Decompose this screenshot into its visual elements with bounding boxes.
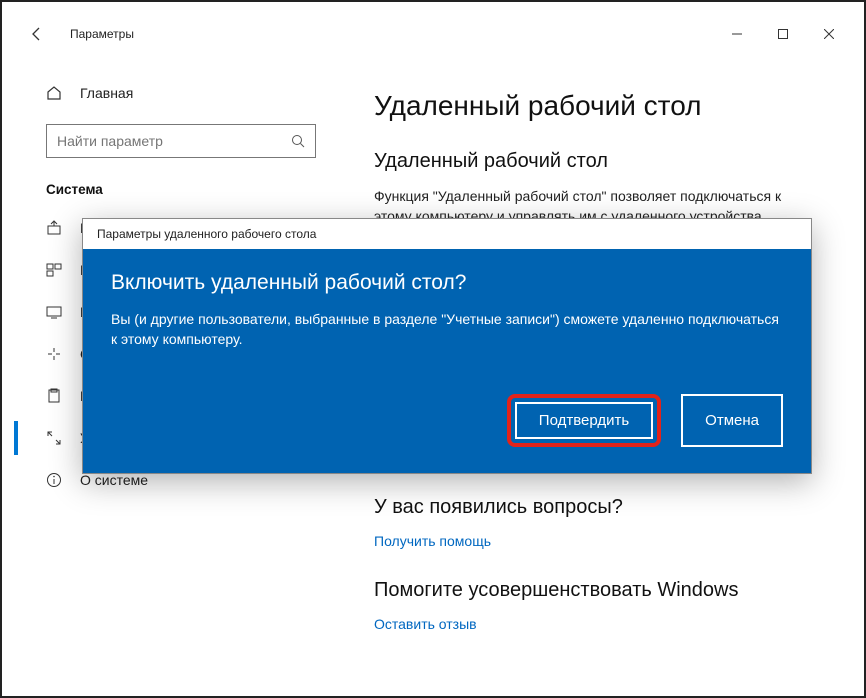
home-label: Главная [80, 85, 133, 101]
info-icon [46, 472, 68, 488]
dialog-titlebar: Параметры удаленного рабочего стола [83, 219, 811, 249]
maximize-button[interactable] [760, 18, 806, 50]
experience-icon [46, 346, 68, 362]
search-input[interactable] [46, 124, 316, 158]
search-icon [291, 134, 305, 148]
project-icon [46, 304, 68, 320]
improve-heading: Помогите усовершенствовать Windows [374, 579, 816, 602]
home-icon [46, 85, 66, 101]
dialog-text: Вы (и другие пользователи, выбранные в р… [111, 309, 783, 350]
clipboard-icon [46, 388, 68, 404]
search-field[interactable] [57, 133, 291, 149]
window-title: Параметры [70, 27, 134, 41]
minimize-button[interactable] [714, 18, 760, 50]
back-button[interactable] [28, 26, 46, 42]
dialog-heading: Включить удаленный рабочий стол? [111, 271, 783, 295]
feedback-link[interactable]: Оставить отзыв [374, 616, 816, 632]
section-heading: Удаленный рабочий стол [374, 150, 816, 173]
sidebar-item-label: О системе [80, 472, 148, 488]
sidebar-section-title: Система [46, 182, 326, 197]
home-nav-item[interactable]: Главная [46, 72, 326, 114]
help-link[interactable]: Получить помощь [374, 533, 816, 549]
questions-heading: У вас появились вопросы? [374, 496, 816, 519]
page-title: Удаленный рабочий стол [374, 90, 816, 122]
remote-desktop-icon [46, 430, 68, 446]
share-icon [46, 220, 68, 236]
titlebar: Параметры [14, 14, 852, 54]
confirm-button[interactable]: Подтвердить [515, 402, 653, 439]
confirm-highlight: Подтвердить [507, 394, 661, 447]
cancel-button[interactable]: Отмена [681, 394, 783, 447]
multitask-icon [46, 262, 68, 278]
confirmation-dialog: Параметры удаленного рабочего стола Вклю… [82, 218, 812, 474]
close-button[interactable] [806, 18, 852, 50]
